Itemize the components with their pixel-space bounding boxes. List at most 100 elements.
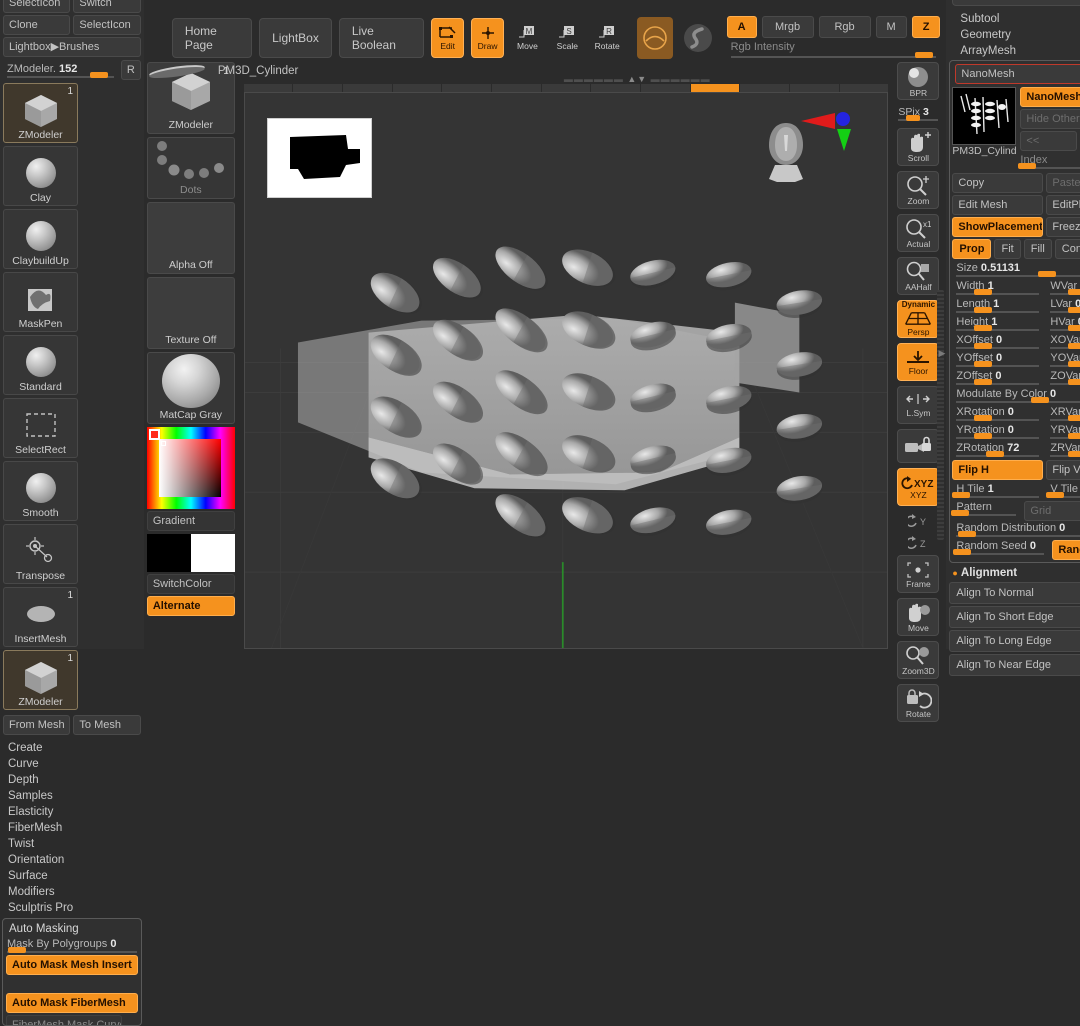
slider-track[interactable] — [956, 289, 1040, 295]
brush-cell-zmodeler[interactable]: 1 ZModeler — [3, 83, 78, 143]
v-tile-slider[interactable]: V Tile 1 — [1046, 482, 1080, 500]
color-picker[interactable]: Gradient SwitchColor Alternate — [146, 427, 235, 616]
lightbox-button[interactable]: LightBox — [259, 18, 332, 58]
alternate-button[interactable]: Alternate — [146, 596, 235, 616]
copy-button[interactable]: Copy — [952, 173, 1044, 193]
material-cell[interactable]: MatCap Gray — [146, 352, 235, 424]
slider-track[interactable] — [956, 433, 1040, 439]
index-knob[interactable] — [1018, 163, 1037, 169]
slider-wvar[interactable]: WVar 0 — [1046, 279, 1080, 297]
edit-placement-button[interactable]: EditPlacement — [1046, 195, 1080, 215]
nanomesh-on-button[interactable]: NanoMesh On — [1020, 87, 1080, 107]
slider-knob[interactable] — [1067, 415, 1080, 421]
left-menu-item-sculptris-pro[interactable]: Sculptris Pro — [0, 900, 144, 916]
right-strip-actual[interactable]: x1 Actual — [897, 214, 940, 252]
left-menu-item-depth[interactable]: Depth — [0, 772, 144, 788]
right-menu-item-geometry[interactable]: Geometry — [946, 27, 1080, 43]
freeze-placement-button[interactable]: FreezePlacement — [1046, 217, 1080, 237]
nanomesh-thumbnail-block[interactable]: PM3D_Cylinder3 — [952, 87, 1017, 171]
slider-knob[interactable] — [1067, 451, 1080, 457]
slider-track[interactable] — [1050, 433, 1080, 439]
primary-color-swatch[interactable] — [146, 534, 191, 572]
slider-track[interactable] — [956, 271, 1080, 277]
prev-index-button[interactable]: << — [1020, 131, 1078, 151]
random-seed-knob[interactable] — [952, 549, 971, 555]
slider-knob[interactable] — [1067, 325, 1080, 331]
slider-knob[interactable] — [973, 379, 992, 385]
slider-xrotation[interactable]: XRotation 0 — [952, 405, 1043, 423]
left-menu-item-curve[interactable]: Curve — [0, 756, 144, 772]
right-strip-frame[interactable]: Frame — [897, 555, 940, 593]
h-tile-slider[interactable]: H Tile 1 — [952, 482, 1043, 500]
cut-button-2[interactable]: Switch — [73, 0, 141, 13]
right-strip-aahalf[interactable]: AAHalf — [897, 257, 940, 295]
brush-cell-transpose[interactable]: Transpose — [3, 524, 78, 584]
alpha-cell[interactable]: Alpha Off — [146, 202, 235, 274]
left-menu-item-modifiers[interactable]: Modifiers — [0, 884, 144, 900]
home-page-button[interactable]: Home Page — [171, 18, 253, 58]
index-slider[interactable]: Index — [1018, 153, 1080, 171]
index-track[interactable] — [1018, 163, 1080, 169]
move-button[interactable]: M Move — [511, 18, 544, 58]
color-mode-z[interactable]: Z — [911, 16, 941, 38]
brush-r-button[interactable]: R — [120, 60, 141, 80]
slider-width[interactable]: Width 1 — [952, 279, 1043, 297]
slider-knob[interactable] — [1037, 271, 1056, 277]
brush-cell-insertmesh[interactable]: 1 InsertMesh — [3, 587, 78, 647]
nanomesh-thumbnail[interactable] — [952, 87, 1017, 145]
right-strip-zoom3d[interactable]: Zoom3D — [897, 641, 940, 679]
slider-knob[interactable] — [973, 361, 992, 367]
slider-yrotation[interactable]: YRotation 0 — [952, 423, 1043, 441]
texture-cell[interactable]: Texture Off — [146, 277, 235, 349]
color-wheel-icon[interactable] — [146, 427, 235, 509]
align-align-to-near-edge[interactable]: Align To Near Edge — [949, 654, 1080, 676]
live-boolean-button[interactable]: Live Boolean — [338, 18, 425, 58]
scale-button[interactable]: S Scale — [551, 18, 584, 58]
auto-mask-fibermesh-button[interactable]: Auto Mask FiberMesh — [6, 993, 138, 1013]
flip-h-button[interactable]: Flip H — [952, 460, 1044, 480]
slider-xrvar[interactable]: XRVar 0 — [1046, 405, 1080, 423]
material-slot-second[interactable] — [680, 17, 716, 59]
random-distribution-slider[interactable]: Random Distribution 0 — [952, 521, 1080, 539]
rgb-intensity-knob[interactable] — [915, 52, 934, 58]
spix-track[interactable] — [898, 115, 939, 121]
flip-v-button[interactable]: Flip V — [1046, 460, 1080, 480]
brush-cell-claybuildup[interactable]: ClaybuildUp — [3, 209, 78, 269]
left-menu-item-fibermesh[interactable]: FiberMesh — [0, 820, 144, 836]
clone-button[interactable]: Clone — [3, 15, 71, 35]
left-menu-item-surface[interactable]: Surface — [0, 868, 144, 884]
auto-mask-mesh-insert-button[interactable]: Auto Mask Mesh Insert — [6, 955, 138, 975]
brush-cell-standard[interactable]: Standard — [3, 335, 78, 395]
brush-slider-track[interactable] — [7, 72, 114, 78]
brush-cell-zmodeler[interactable]: 1 ZModeler — [3, 650, 78, 710]
slider-track[interactable] — [1050, 289, 1080, 295]
slider-yrvar[interactable]: YRVar 0 — [1046, 423, 1080, 441]
slider-knob[interactable] — [973, 307, 992, 313]
slider-track[interactable] — [1050, 361, 1080, 367]
nanomesh-title-button[interactable]: NanoMesh — [955, 64, 1080, 84]
slider-knob[interactable] — [986, 451, 1005, 457]
slider-yoffset[interactable]: YOffset 0 — [952, 351, 1043, 369]
right-strip-scroll[interactable]: Scroll — [897, 128, 940, 166]
right-divider-arrow-icon[interactable]: ▶ — [939, 348, 946, 359]
right-strip-bpr[interactable]: BPR — [897, 62, 940, 100]
slider-knob[interactable] — [1067, 343, 1080, 349]
left-menu-item-twist[interactable]: Twist — [0, 836, 144, 852]
slider-zoffset[interactable]: ZOffset 0 — [952, 369, 1043, 387]
slider-knob[interactable] — [973, 433, 992, 439]
mask-by-polygroups-track[interactable] — [7, 947, 137, 953]
rotate-button[interactable]: R Rotate — [591, 18, 624, 58]
slider-length[interactable]: Length 1 — [952, 297, 1043, 315]
rgb-intensity-track[interactable] — [730, 52, 937, 58]
edit-button[interactable]: Edit — [431, 18, 465, 58]
to-mesh-button[interactable]: To Mesh — [73, 715, 141, 735]
material-slot-active[interactable] — [636, 17, 673, 59]
from-mesh-button[interactable]: From Mesh — [3, 715, 71, 735]
slider-track[interactable] — [956, 307, 1040, 313]
random-seed-slider[interactable]: Random Seed 0 — [952, 539, 1048, 557]
slider-zrvar[interactable]: ZRVar 0 — [1046, 441, 1080, 459]
head-orientation-icon[interactable] — [759, 121, 813, 183]
brush-cell-selectrect[interactable]: SelectRect — [3, 398, 78, 458]
right-strip-rotate[interactable]: Rotate — [897, 684, 940, 722]
color-sv-cursor[interactable] — [160, 441, 166, 446]
